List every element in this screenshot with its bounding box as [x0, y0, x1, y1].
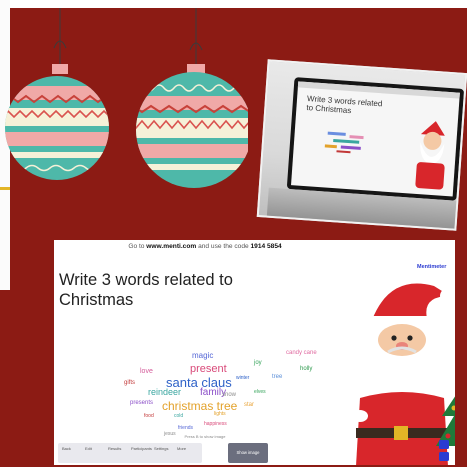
word-cloud-entry: gifts	[124, 380, 136, 386]
press-note: Press B to show image	[184, 434, 226, 439]
word-cloud-entry: reindeer	[148, 387, 182, 397]
word-cloud-entry: friends	[178, 425, 194, 431]
slide-title: Write 3 words related to Christmas	[59, 271, 233, 309]
menti-code: 1914 5854	[250, 243, 282, 250]
toolbar-item[interactable]: Results	[108, 446, 121, 451]
word-cloud-entry: lights	[214, 411, 226, 417]
mentimeter-slide: Go to www.menti.com and use the code 191…	[54, 240, 455, 465]
mini-santa-icon	[415, 121, 445, 190]
word-cloud-entry: elves	[254, 389, 266, 395]
word-cloud: santa claus present family christmas tree re…	[104, 330, 344, 440]
fullscreen-controls[interactable]	[439, 440, 449, 462]
word-cloud-entry: cold	[174, 413, 184, 419]
toolbar-item[interactable]: Settings	[154, 446, 168, 451]
christmas-ornament-left	[5, 8, 109, 180]
menti-url[interactable]: www.menti.com	[146, 243, 196, 250]
word-cloud-entry: christmas tree	[162, 399, 238, 413]
show-image-button[interactable]: Show image	[228, 443, 268, 463]
mentimeter-logo: Mentimeter	[417, 264, 447, 270]
laptop-photo: Write 3 words related to Christmas	[256, 59, 467, 231]
word-cloud-entry: love	[140, 368, 153, 375]
toolbar-item[interactable]: More	[177, 446, 186, 451]
word-cloud-entry: candy cane	[286, 350, 317, 356]
toolbar-item[interactable]: Participants	[131, 446, 152, 451]
collage-canvas: { "slide": { "code_prefix": "Go to ", "u…	[0, 0, 467, 467]
word-cloud-entry: winter	[236, 375, 250, 381]
word-cloud-entry: snow	[222, 392, 237, 398]
word-cloud-entry: tree	[272, 374, 283, 380]
top-white-strip	[0, 0, 467, 8]
word-cloud-entry: presents	[130, 400, 154, 406]
word-cloud-entry: food	[144, 413, 154, 419]
word-cloud-entry: magic	[192, 351, 214, 360]
word-cloud-entry: holly	[300, 366, 313, 372]
mini-word-cloud	[324, 131, 364, 154]
toolbar-item[interactable]: Edit	[85, 446, 92, 451]
santa-claus-illustration	[352, 283, 455, 465]
word-cloud-entry: present	[190, 363, 227, 375]
toolbar-item[interactable]: Back	[62, 446, 71, 451]
word-cloud-entry: happiness	[204, 421, 227, 427]
christmas-ornament-right	[136, 8, 248, 188]
word-cloud-entry: star	[244, 402, 255, 408]
join-instructions: Go to www.menti.com and use the code 191…	[128, 243, 282, 250]
presenter-toolbar[interactable]: Back Edit Results Participants Settings More	[58, 443, 202, 463]
word-cloud-entry: joy	[254, 360, 262, 366]
